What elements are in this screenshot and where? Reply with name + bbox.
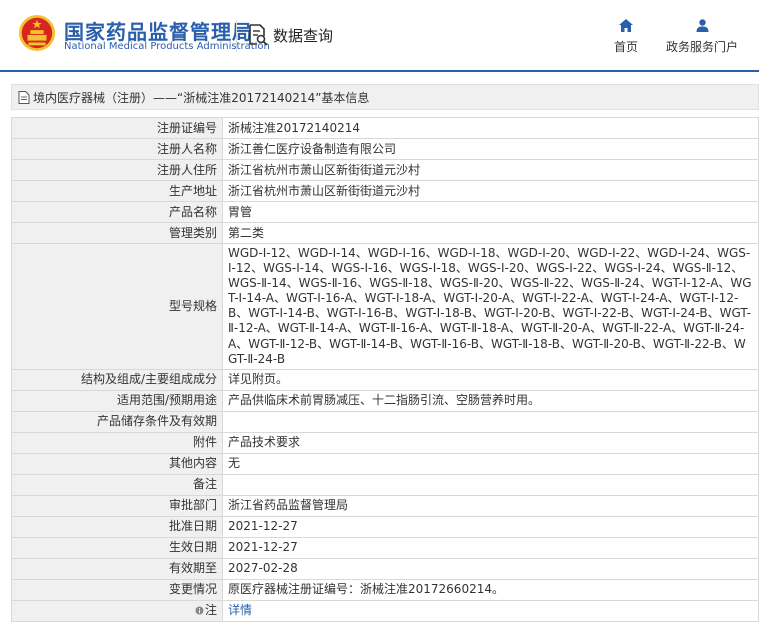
table-row: 变更情况 原医疗器械注册证编号：浙械注准20172660214。 [11, 578, 759, 601]
table-row: 备注 [11, 473, 759, 496]
table-row: 适用范围/预期用途 产品供临床术前胃肠减压、十二指肠引流、空肠营养时用。 [11, 389, 759, 412]
header-accent-line [0, 70, 759, 72]
field-label: 注册证编号 [11, 117, 223, 139]
data-query-link[interactable]: 数据查询 [248, 24, 333, 46]
table-row: 注册人名称 浙江善仁医疗设备制造有限公司 [11, 138, 759, 160]
field-label: 注册人名称 [11, 138, 223, 160]
field-value: 无 [222, 452, 759, 475]
field-label: 附件 [11, 431, 223, 454]
home-icon [619, 19, 633, 32]
document-search-icon [249, 24, 268, 46]
table-row: 产品名称 胃管 [11, 201, 759, 223]
field-label: 产品储存条件及有效期 [11, 410, 223, 433]
field-label: 注 [11, 599, 223, 622]
field-value: 详见附页。 [222, 368, 759, 391]
nav-services-label: 政务服务门户 [665, 40, 738, 54]
national-emblem-icon [18, 14, 56, 52]
field-label: 有效期至 [11, 557, 223, 580]
field-value: WGD-Ⅰ-12、WGD-Ⅰ-14、WGD-Ⅰ-16、WGD-Ⅰ-18、WGD-… [222, 243, 759, 370]
field-value: 2021-12-27 [222, 536, 759, 559]
field-value: 浙江省杭州市萧山区新街街道元沙村 [222, 159, 759, 181]
field-label: 生产地址 [11, 180, 223, 202]
table-row: 其他内容无 [11, 452, 759, 475]
field-label: 结构及组成/主要组成成分 [11, 368, 223, 391]
detail-link[interactable]: 详情 [228, 603, 252, 617]
table-row: 注详情 [11, 599, 759, 622]
field-label: 注册人住所 [11, 159, 223, 181]
site-logo-subtitle: National Medical Products Administration [64, 41, 270, 52]
breadcrumb-text: 境内医疗器械（注册）——“浙械注准20172140214”基本信息 [33, 90, 370, 105]
table-row: 批准日期 2021-12-27 [11, 515, 759, 538]
table-row: 生效日期 2021-12-27 [11, 536, 759, 559]
field-value: 2027-02-28 [222, 557, 759, 580]
table-row: 审批部门 浙江省药品监督管理局 [11, 494, 759, 517]
field-value: 2021-12-27 [222, 515, 759, 538]
field-value: 第二类 [222, 222, 759, 244]
field-label: 批准日期 [11, 515, 223, 538]
site-header: 国家药品监督管理局 National Medical Products Admi… [0, 0, 759, 70]
field-label: 适用范围/预期用途 [11, 389, 223, 412]
field-label: 审批部门 [11, 494, 223, 517]
nav-services-portal[interactable]: 政务服务门户 [662, 19, 742, 55]
table-row: 注册人住所 浙江省杭州市萧山区新街街道元沙村 [11, 159, 759, 181]
table-row: 产品储存条件及有效期 [11, 410, 759, 433]
field-value [222, 410, 759, 433]
field-value: 胃管 [222, 201, 759, 223]
nav-home-label: 首页 [613, 40, 638, 54]
table-row: 结构及组成/主要组成成分 详见附页。 [11, 368, 759, 391]
header-divider [236, 20, 237, 52]
field-label: 其他内容 [11, 452, 223, 475]
field-value [222, 473, 759, 496]
table-row: 有效期至 2027-02-28 [11, 557, 759, 580]
field-label: 生效日期 [11, 536, 223, 559]
table-row: 型号规格 WGD-Ⅰ-12、WGD-Ⅰ-14、WGD-Ⅰ-16、WGD-Ⅰ-18、… [11, 243, 759, 370]
field-label: 产品名称 [11, 201, 223, 223]
field-value: 浙械注准20172140214 [222, 117, 759, 139]
field-value: 浙江省药品监督管理局 [222, 494, 759, 517]
field-label: 型号规格 [11, 243, 223, 370]
user-icon [696, 19, 708, 32]
registration-info-table: 注册证编号 浙械注准20172140214 注册人名称 浙江善仁医疗设备制造有限公司注… [11, 117, 759, 622]
breadcrumb: 境内医疗器械（注册）——“浙械注准20172140214”基本信息 [11, 84, 759, 110]
table-row: 附件 产品技术要求 [11, 431, 759, 454]
data-query-label: 数据查询 [273, 26, 334, 45]
info-icon [195, 606, 204, 615]
field-value: 产品技术要求 [222, 431, 759, 454]
note-label: 注 [195, 603, 217, 618]
field-label: 变更情况 [11, 578, 223, 601]
nav-home[interactable]: 首页 [608, 19, 644, 55]
field-label: 管理类别 [11, 222, 223, 244]
document-icon [18, 90, 30, 104]
field-label: 备注 [11, 473, 223, 496]
field-value: 原医疗器械注册证编号：浙械注准20172660214。 [222, 578, 759, 601]
table-row: 管理类别 第二类 [11, 222, 759, 244]
field-label-text: 注 [204, 602, 217, 617]
field-value: 产品供临床术前胃肠减压、十二指肠引流、空肠营养时用。 [222, 389, 759, 412]
table-row: 注册证编号 浙械注准20172140214 [11, 117, 759, 139]
field-value: 详情 [222, 599, 759, 622]
field-value: 浙江善仁医疗设备制造有限公司 [222, 138, 759, 160]
table-row: 生产地址 浙江省杭州市萧山区新街街道元沙村 [11, 180, 759, 202]
field-value: 浙江省杭州市萧山区新街街道元沙村 [222, 180, 759, 202]
